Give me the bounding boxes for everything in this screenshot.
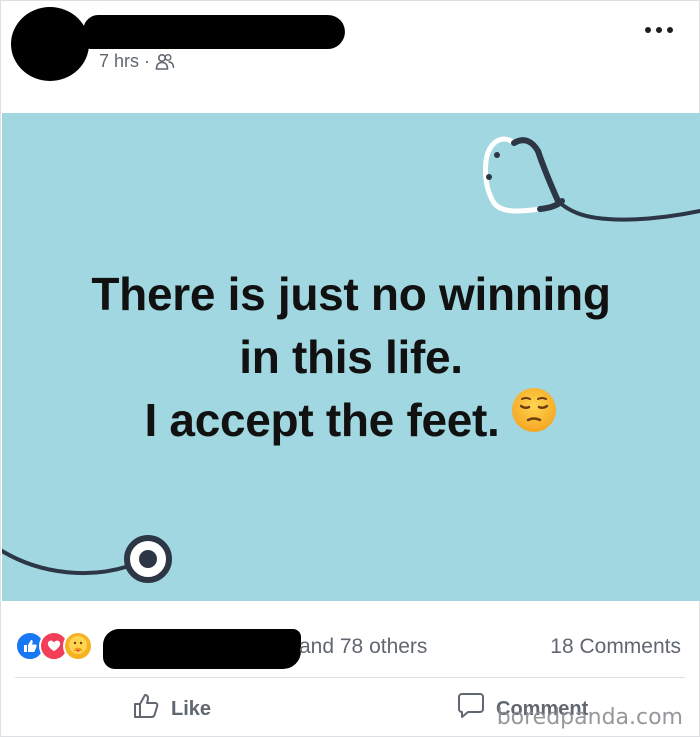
author-name-redacted[interactable] (81, 15, 347, 49)
comments-count[interactable]: 18 Comments (550, 635, 681, 659)
message-line-3: I accept the feet. (144, 394, 500, 446)
comment-bubble-icon (456, 691, 486, 727)
post-image[interactable]: There is just no winning in this life. I… (2, 113, 700, 601)
more-options-icon[interactable] (645, 27, 673, 33)
avatar-redacted[interactable] (11, 7, 89, 81)
reaction-icons[interactable] (15, 631, 93, 661)
post-meta: 7 hrs · (99, 51, 175, 72)
care-reaction-icon (63, 631, 93, 661)
like-button[interactable]: Like (131, 691, 211, 727)
message-line-3-wrap: I accept the feet. (2, 386, 700, 456)
divider (15, 677, 685, 678)
message-line-2: in this life. (239, 331, 463, 383)
friends-icon[interactable] (155, 53, 175, 71)
post-card: 7 hrs · There is just no winning in this… (0, 0, 700, 737)
like-label: Like (171, 697, 212, 720)
thumbs-up-icon (131, 691, 161, 727)
watermark: boredpanda.com (496, 705, 683, 730)
reaction-others[interactable]: and 78 others (299, 635, 427, 659)
meta-separator: · (144, 51, 151, 71)
reactors-names-redacted[interactable] (103, 629, 301, 669)
pensive-face-emoji (510, 386, 558, 450)
message-line-1: There is just no winning (91, 268, 611, 320)
post-message: There is just no winning in this life. I… (2, 263, 700, 456)
post-time[interactable]: 7 hrs (99, 51, 139, 72)
